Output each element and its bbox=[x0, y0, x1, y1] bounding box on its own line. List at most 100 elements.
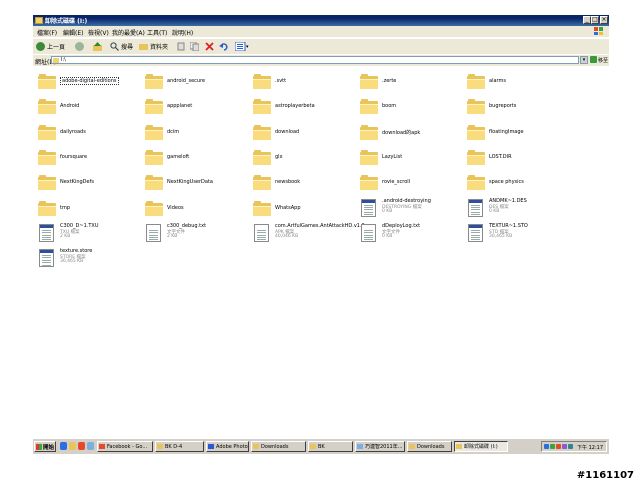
address-field[interactable]: I:\ bbox=[51, 56, 579, 64]
toolbar: 上一頁 搜尋 資料夾 ▾ bbox=[33, 38, 609, 54]
taskbar-button[interactable]: Facebook - Go... bbox=[97, 441, 153, 452]
network-icon[interactable] bbox=[544, 444, 549, 449]
update-icon[interactable] bbox=[550, 444, 555, 449]
menu-favorites[interactable]: 我的最愛(A) bbox=[112, 28, 145, 37]
folder-icon bbox=[37, 121, 57, 143]
menu-bar: 檔案(F) 編輯(E) 檢視(V) 我的最愛(A) 工具(T) 說明(H) bbox=[33, 26, 609, 37]
move-to-icon bbox=[177, 42, 185, 51]
file-item[interactable]: C300_D~1.TXU TXU 檔案 2 KB bbox=[37, 222, 141, 246]
taskbar-button[interactable]: BK bbox=[308, 441, 353, 452]
file-item[interactable]: c300_debug.txt 文字文件 2 KB bbox=[144, 222, 248, 246]
folder-item[interactable]: newsbook bbox=[252, 171, 300, 191]
folder-icon bbox=[466, 95, 486, 117]
folder-item[interactable]: glx bbox=[252, 146, 283, 165]
file-item[interactable]: com.ArtfulGames.AntAttackHD.v1.0... APK 檔… bbox=[252, 222, 370, 246]
delete-button[interactable] bbox=[205, 41, 214, 52]
start-label: 開始 bbox=[43, 444, 55, 451]
folder-item[interactable]: .svtt bbox=[252, 70, 286, 89]
folder-item[interactable]: WhatsApp bbox=[252, 197, 301, 216]
desktop-quicklaunch-icon[interactable] bbox=[87, 442, 94, 450]
go-button[interactable]: 移至 bbox=[598, 57, 608, 64]
folder-item[interactable]: dcim bbox=[144, 121, 179, 140]
menu-file[interactable]: 檔案(F) bbox=[37, 28, 57, 37]
forward-button[interactable] bbox=[75, 41, 84, 52]
file-item[interactable]: ANDMK~1.DES DES 檔案 0 KB bbox=[466, 197, 570, 221]
menu-tools[interactable]: 工具(T) bbox=[147, 28, 167, 37]
item-size: 0 KB bbox=[382, 208, 393, 214]
folder-item[interactable]: alarms bbox=[466, 70, 506, 89]
item-name: newsbook bbox=[275, 179, 301, 186]
close-button[interactable]: × bbox=[600, 16, 608, 24]
taskbar-button[interactable]: BK D-4 bbox=[155, 441, 204, 452]
folders-label: 資料夾 bbox=[150, 44, 169, 51]
start-button[interactable]: 開始 bbox=[34, 441, 56, 452]
menu-view[interactable]: 檢視(V) bbox=[88, 28, 109, 37]
folder-item[interactable]: Android bbox=[37, 95, 79, 115]
taskbar-button[interactable]: Downloads bbox=[407, 441, 452, 452]
item-name: Videos bbox=[167, 204, 184, 211]
folder-item[interactable]: download bbox=[252, 121, 299, 140]
antivirus-icon[interactable] bbox=[556, 444, 561, 449]
folder-item[interactable]: download的apk bbox=[359, 121, 420, 140]
folder-item[interactable]: android_secure bbox=[144, 70, 205, 89]
browser-quicklaunch-icon[interactable] bbox=[78, 442, 85, 450]
folder-item[interactable]: LazyList bbox=[359, 146, 402, 165]
watermark: #1161107 bbox=[576, 470, 634, 481]
folder-icon bbox=[37, 146, 57, 168]
move-to-button[interactable] bbox=[177, 41, 186, 52]
taskbar-button[interactable]: 巧連智2011年... bbox=[355, 441, 405, 452]
folder-item[interactable]: LOST.DIR bbox=[466, 146, 512, 165]
folders-button[interactable]: 資料夾 bbox=[139, 41, 168, 52]
taskbar-button[interactable]: Adobe Photosh... bbox=[206, 441, 249, 452]
folder-item[interactable]: space physics bbox=[466, 171, 524, 191]
menu-edit[interactable]: 編輯(E) bbox=[63, 28, 83, 37]
file-item[interactable]: .android-destroying DESTROYING 檔案 0 KB bbox=[359, 197, 463, 221]
item-name: dailyroads bbox=[60, 128, 86, 135]
back-button[interactable]: 上一頁 bbox=[36, 41, 65, 52]
folder-icon bbox=[466, 70, 486, 92]
address-dropdown-button[interactable]: ▾ bbox=[580, 56, 588, 64]
folder-item[interactable]: Videos bbox=[144, 197, 184, 216]
folder-item[interactable]: floatingImage bbox=[466, 121, 524, 140]
folder-item[interactable]: gameloft bbox=[144, 146, 189, 165]
folder-item[interactable]: astroplayerbeta bbox=[252, 95, 315, 115]
folder-item[interactable]: rovie_scroll bbox=[359, 171, 410, 191]
folder-item[interactable]: foursquare bbox=[37, 146, 87, 165]
folder-item[interactable]: bugreports bbox=[466, 95, 516, 115]
folder-icon bbox=[359, 70, 379, 92]
item-name: gameloft bbox=[167, 153, 190, 160]
menu-help[interactable]: 說明(H) bbox=[172, 28, 193, 37]
explorer-quicklaunch-icon[interactable] bbox=[69, 442, 76, 450]
file-item[interactable]: dDeployLog.txt 文字文件 0 KB bbox=[359, 222, 463, 246]
address-value: I:\ bbox=[61, 57, 66, 63]
file-item[interactable]: texture.store STORE 檔案 30,465 KB bbox=[37, 247, 141, 271]
folder-item[interactable]: dailyroads bbox=[37, 121, 86, 140]
copy-to-button[interactable] bbox=[190, 41, 199, 52]
taskbar-button[interactable]: 卸除式磁碟 (I:) bbox=[454, 441, 508, 452]
tray-app-icon[interactable] bbox=[562, 444, 567, 449]
volume-icon[interactable] bbox=[568, 444, 573, 449]
ie-quicklaunch-icon[interactable] bbox=[60, 442, 67, 450]
file-item[interactable]: TEXTUR~1.STO STO 檔案 30,465 KB bbox=[466, 222, 570, 246]
item-name: Android bbox=[60, 103, 80, 110]
folder-item[interactable]: appplanet bbox=[144, 95, 192, 115]
views-button[interactable]: ▾ bbox=[235, 41, 249, 52]
undo-button[interactable] bbox=[219, 41, 228, 52]
taskbar-button[interactable]: Downloads bbox=[251, 441, 306, 452]
folder-item[interactable]: tmp bbox=[37, 197, 70, 216]
folder-item[interactable]: NextKingDefs bbox=[37, 171, 94, 191]
minimize-button[interactable]: _ bbox=[583, 16, 591, 24]
folder-item[interactable]: boom bbox=[359, 95, 396, 115]
search-button[interactable]: 搜尋 bbox=[110, 41, 133, 52]
folder-item[interactable]: adobe-digital-editions bbox=[37, 70, 119, 89]
folder-item[interactable]: .zerte bbox=[359, 70, 396, 89]
task-app-icon bbox=[357, 444, 363, 449]
item-size: 2 KB bbox=[60, 233, 71, 239]
maximize-button[interactable]: □ bbox=[591, 16, 599, 24]
folder-item[interactable]: NextKingUserData bbox=[144, 171, 213, 191]
up-button[interactable] bbox=[93, 41, 102, 52]
go-arrow-icon[interactable] bbox=[590, 56, 597, 63]
title-bar[interactable]: 卸除式磁碟 (I:) _ □ × bbox=[33, 15, 609, 26]
folder-icon bbox=[144, 121, 164, 143]
folder-icon bbox=[37, 171, 57, 193]
